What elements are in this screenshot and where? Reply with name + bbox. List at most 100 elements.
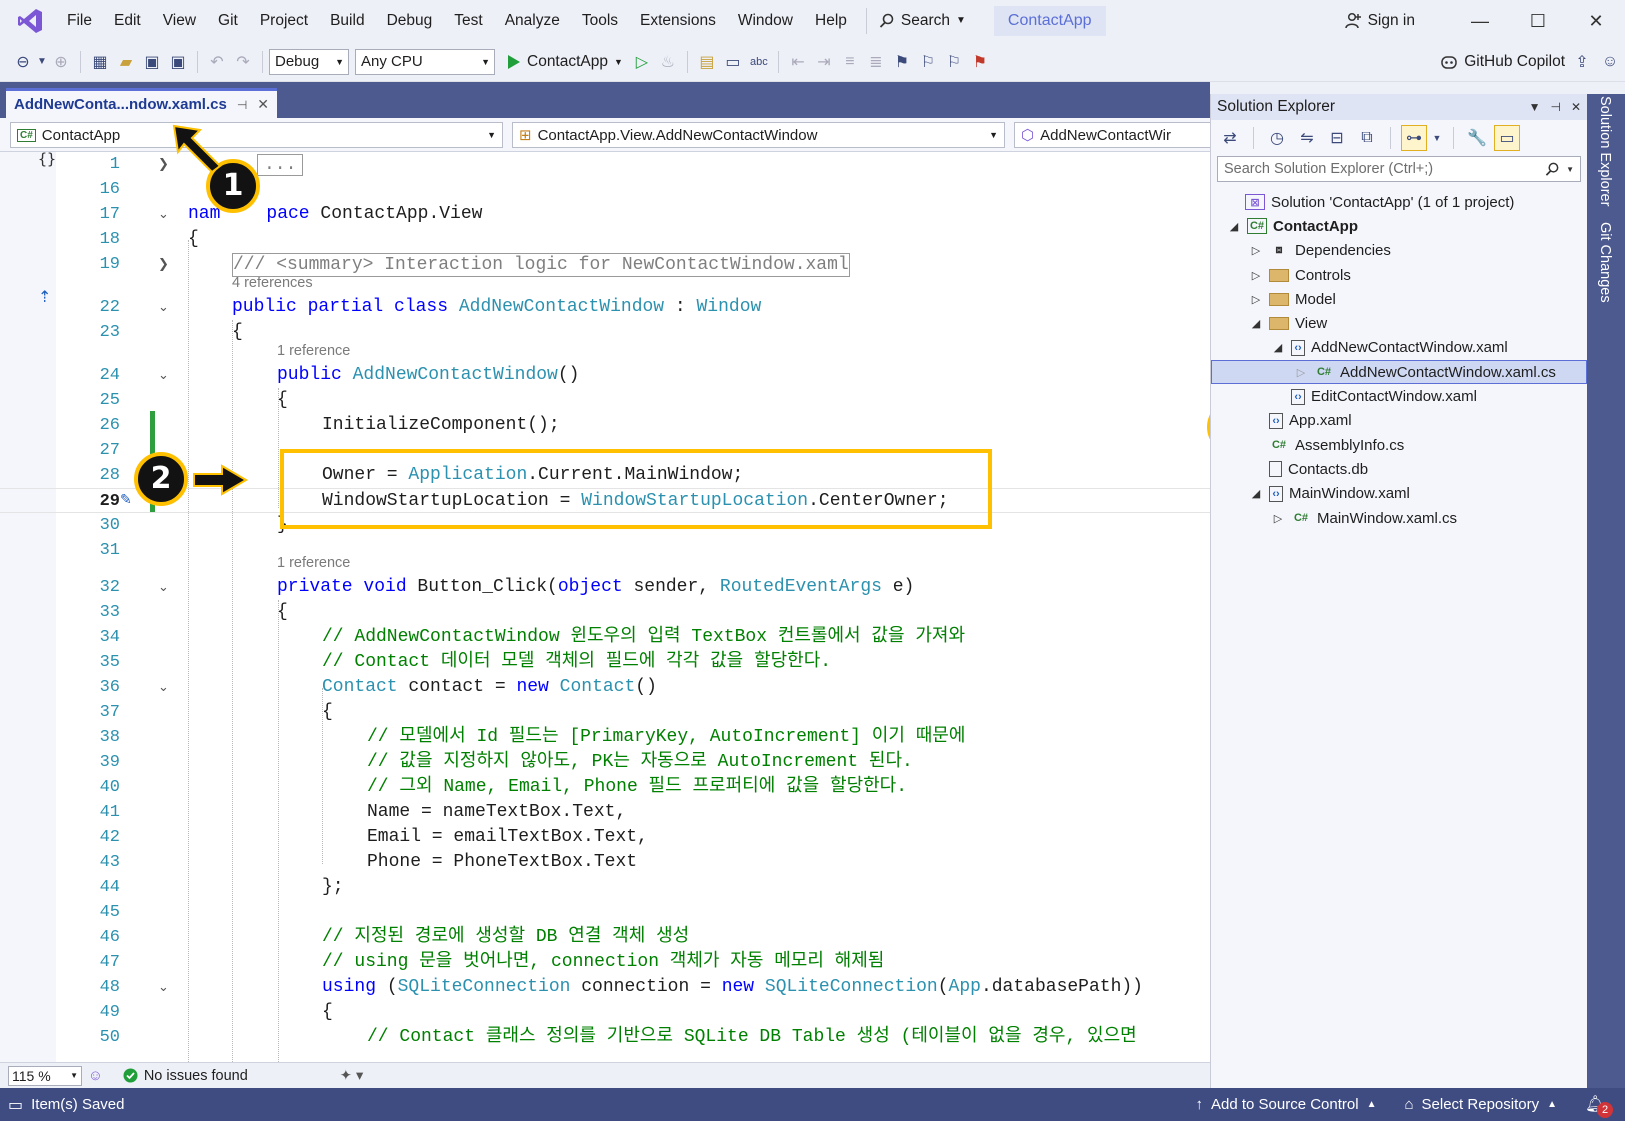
tree-item-addnewcontactwindow-xaml[interactable]: ◢ ‹› AddNewContactWindow.xaml: [1211, 336, 1587, 360]
expand-triangle-icon[interactable]: ▷: [1249, 269, 1263, 282]
tab-addnewcontactwindow-xaml-cs[interactable]: AddNewConta...ndow.xaml.cs ⊣ ✕: [6, 88, 277, 118]
properties-wrench-icon[interactable]: 🔧: [1464, 125, 1490, 151]
collapse-icon[interactable]: ⌄: [158, 363, 169, 388]
share-icon[interactable]: ⇪: [1569, 49, 1595, 75]
menu-edit[interactable]: Edit: [103, 0, 152, 42]
pin-icon[interactable]: ⊣: [237, 98, 247, 112]
expand-icon[interactable]: ❯: [158, 152, 169, 177]
project-combo[interactable]: C# ContactApp ▼: [10, 122, 503, 148]
tree-item-contacts-db[interactable]: Contacts.db: [1211, 457, 1587, 481]
start-debugging-button[interactable]: ContactApp ▼: [507, 53, 623, 71]
solution-explorer-search-input[interactable]: Search Solution Explorer (Ctrl+;) ▼: [1217, 156, 1581, 182]
output-icon[interactable]: ▭: [8, 1095, 23, 1115]
maximize-button[interactable]: ☐: [1509, 11, 1567, 32]
side-tab-solution-explorer[interactable]: Solution Explorer: [1597, 96, 1613, 206]
back-icon[interactable]: ⊖: [10, 49, 36, 75]
menu-view[interactable]: View: [152, 0, 207, 42]
sign-in-button[interactable]: Sign in: [1344, 12, 1415, 30]
tree-item-mainwindow-xaml-cs[interactable]: ▷ C# MainWindow.xaml.cs: [1211, 506, 1587, 530]
menu-build[interactable]: Build: [319, 0, 375, 42]
hot-reload-icon[interactable]: ♨: [655, 49, 681, 75]
expand-triangle-icon[interactable]: ▷: [1249, 244, 1263, 257]
side-tab-git-changes[interactable]: Git Changes: [1597, 222, 1613, 303]
add-to-source-control-button[interactable]: ↑ Add to Source Control ▲: [1195, 1096, 1376, 1113]
save-all-icon[interactable]: ▣: [165, 49, 191, 75]
notifications-button[interactable]: 🔔︎ 2: [1585, 1094, 1613, 1118]
switch-views-icon[interactable]: ⇄: [1217, 125, 1243, 151]
start-without-debugging-icon[interactable]: ▷: [629, 49, 655, 75]
pending-changes-filter-icon[interactable]: ◷: [1264, 125, 1290, 151]
collapse-triangle-icon[interactable]: ◢: [1249, 487, 1263, 500]
collapse-triangle-icon[interactable]: ◢: [1249, 317, 1263, 330]
menu-window[interactable]: Window: [727, 0, 804, 42]
spell-check-icon[interactable]: abc: [746, 49, 772, 75]
expand-triangle-icon[interactable]: ▷: [1294, 366, 1308, 379]
new-project-icon[interactable]: ▦: [87, 49, 113, 75]
tree-item-folder-view[interactable]: ◢ View: [1211, 311, 1587, 335]
tree-item-project-contactapp[interactable]: ◢ C# ContactApp: [1211, 214, 1587, 238]
forward-icon[interactable]: ⊕: [48, 49, 74, 75]
collapse-triangle-icon[interactable]: ◢: [1227, 220, 1241, 233]
layout-icon[interactable]: ▭: [720, 49, 746, 75]
member-combo[interactable]: ⬡ AddNewContactWir: [1014, 122, 1210, 148]
collapse-icon[interactable]: ⌄: [158, 575, 169, 600]
clear-bookmarks-icon[interactable]: ⚑: [967, 49, 993, 75]
menu-analyze[interactable]: Analyze: [494, 0, 571, 42]
preview-selected-items-icon[interactable]: ▭: [1494, 125, 1520, 151]
menu-debug[interactable]: Debug: [376, 0, 444, 42]
tree-item-folder-controls[interactable]: ▷ Controls: [1211, 263, 1587, 287]
align-icon[interactable]: ⇥: [811, 49, 837, 75]
expand-triangle-icon[interactable]: ▷: [1249, 293, 1263, 306]
comment-icon[interactable]: ≡: [837, 49, 863, 75]
folded-region[interactable]: ...: [257, 154, 304, 176]
step-icon[interactable]: ⇤: [785, 49, 811, 75]
zoom-select[interactable]: 115 % ▼: [8, 1065, 82, 1086]
cleanup-icon[interactable]: ✦ ▾: [340, 1068, 363, 1084]
copilot-status-icon[interactable]: ☺: [88, 1068, 103, 1084]
tree-item-addnewcontactwindow-xaml-cs[interactable]: ▷ C# AddNewContactWindow.xaml.cs: [1211, 360, 1587, 385]
select-repository-button[interactable]: ⌂ Select Repository ▲: [1404, 1096, 1557, 1113]
pin-icon[interactable]: ⊣: [1550, 100, 1560, 114]
issues-indicator[interactable]: No issues found: [123, 1068, 248, 1084]
feedback-icon[interactable]: ☺: [1597, 49, 1623, 75]
code-editor[interactable]: {} ⇡ 4 references 1 reference 1 referenc…: [0, 152, 1210, 1062]
chevron-down-icon[interactable]: ▼: [36, 49, 48, 75]
menu-test[interactable]: Test: [443, 0, 493, 42]
tree-item-folder-model[interactable]: ▷ Model: [1211, 287, 1587, 311]
collapse-icon[interactable]: ⌄: [158, 202, 169, 227]
github-copilot-button[interactable]: GitHub Copilot: [1440, 42, 1565, 82]
visual-studio-logo-icon[interactable]: [16, 7, 44, 35]
browse-folder-icon[interactable]: ▤: [694, 49, 720, 75]
menu-git[interactable]: Git: [207, 0, 249, 42]
menu-tools[interactable]: Tools: [571, 0, 629, 42]
menu-extensions[interactable]: Extensions: [629, 0, 727, 42]
open-folder-icon[interactable]: ▰: [113, 49, 139, 75]
menu-project[interactable]: Project: [249, 0, 319, 42]
expand-triangle-icon[interactable]: ▷: [1271, 512, 1285, 525]
menu-help[interactable]: Help: [804, 0, 858, 42]
minimize-button[interactable]: —: [1451, 11, 1509, 32]
sync-with-document-icon[interactable]: ⇋: [1294, 125, 1320, 151]
tree-item-assemblyinfo-cs[interactable]: C# AssemblyInfo.cs: [1211, 433, 1587, 457]
close-icon[interactable]: ✕: [1571, 100, 1581, 114]
tree-item-dependencies[interactable]: ▷ ⧈ Dependencies: [1211, 239, 1587, 263]
platform-select[interactable]: Any CPU ▼: [355, 48, 495, 75]
previous-bookmark-icon[interactable]: ⚐: [915, 49, 941, 75]
expand-icon[interactable]: ❯: [158, 252, 169, 277]
collapse-icon[interactable]: ⌄: [158, 975, 169, 1000]
close-window-button[interactable]: ✕: [1567, 11, 1625, 32]
collapse-icon[interactable]: ⌄: [158, 675, 169, 700]
tree-item-editcontactwindow-xaml[interactable]: ‹› EditContactWindow.xaml: [1211, 384, 1587, 408]
close-icon[interactable]: ✕: [257, 96, 269, 113]
chevron-down-icon[interactable]: ▼: [1529, 100, 1541, 114]
undo-icon[interactable]: ↶: [204, 49, 230, 75]
bookmark-icon[interactable]: ⚑: [889, 49, 915, 75]
collapsed-summary-comment[interactable]: /// <summary> Interaction logic for NewC…: [232, 253, 850, 277]
chevron-down-icon[interactable]: ▼: [1431, 125, 1443, 151]
redo-icon[interactable]: ↷: [230, 49, 256, 75]
next-bookmark-icon[interactable]: ⚐: [941, 49, 967, 75]
class-combo[interactable]: ⊞ ContactApp.View.AddNewContactWindow ▼: [512, 122, 1005, 148]
save-icon[interactable]: ▣: [139, 49, 165, 75]
menu-file[interactable]: File: [56, 0, 103, 42]
tree-item-solution[interactable]: ⊠ Solution 'ContactApp' (1 of 1 project): [1211, 190, 1587, 214]
